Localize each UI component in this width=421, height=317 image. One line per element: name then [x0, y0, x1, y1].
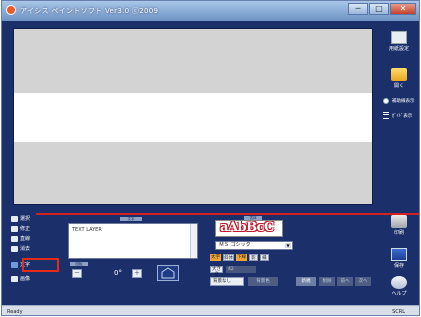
open-button[interactable]: 開く [382, 68, 416, 89]
help-icon [391, 276, 407, 289]
size-label: 大きさ [210, 266, 223, 277]
guide-label: ｶﾞｲﾄﾞ表示 [392, 113, 413, 119]
toggle-aux-lines[interactable]: 補助線表示 [383, 98, 415, 104]
rotation-value: 0° [114, 269, 122, 277]
font-select[interactable]: ＭＳ ゴシック ▼ [215, 241, 293, 250]
tool-select[interactable]: 選択 [11, 215, 51, 222]
tool-edit[interactable]: 修正 [11, 225, 51, 232]
delete-button[interactable]: 削除 [319, 277, 335, 286]
edit-icon [11, 225, 18, 232]
app-icon [6, 5, 16, 15]
shadow-toggle[interactable]: 影 [249, 254, 258, 261]
size-input[interactable]: 42 [226, 266, 256, 273]
close-button[interactable]: ✕ [390, 3, 416, 15]
scroll-lock-indicator: SCRL [392, 309, 405, 315]
guide-icon [383, 112, 389, 119]
underline-toggle[interactable]: 下線 [236, 254, 247, 261]
font-preview: aAbBcC [215, 220, 283, 237]
bold-toggle[interactable]: 太字 [210, 254, 221, 261]
text-tool-icon [11, 261, 18, 268]
next-button[interactable]: 次へ [355, 277, 371, 286]
save-label: 保存 [393, 263, 404, 269]
tool-line[interactable]: 直線 [11, 235, 51, 242]
outline-toggle[interactable]: 縁 [260, 254, 269, 261]
status-bar: Ready SCRL [2, 305, 419, 315]
tool-label: 選択 [20, 216, 31, 222]
minimize-button[interactable]: ─ [348, 3, 368, 15]
background-color-button[interactable]: 背景色 [248, 277, 278, 286]
image-icon [11, 275, 18, 282]
new-button[interactable]: 新規 [296, 277, 316, 286]
print-icon [391, 215, 407, 228]
aux-lines-label: 補助線表示 [392, 99, 415, 104]
maximize-button[interactable]: □ [369, 3, 389, 15]
text-input-value: TEXT LAYER [72, 227, 102, 233]
text-tab: 文字 [120, 217, 142, 221]
save-button[interactable]: 保存 [382, 248, 416, 269]
open-folder-icon [391, 68, 407, 81]
tool-label: 画像 [20, 276, 31, 282]
divider-line [36, 213, 419, 215]
tool-erase[interactable]: 消去 [11, 245, 51, 252]
status-text: Ready [7, 309, 23, 315]
drawing-canvas[interactable] [13, 28, 373, 205]
help-button[interactable]: ヘルプ [382, 276, 416, 297]
select-icon [11, 215, 18, 222]
tool-image[interactable]: 画像 [11, 275, 51, 282]
shape-frame-button[interactable] [157, 265, 179, 281]
rotation-tab: 回転 [70, 262, 88, 266]
prev-button[interactable]: 前へ [337, 277, 353, 286]
tool-label: 消去 [20, 246, 31, 252]
erase-icon [11, 245, 18, 252]
canvas-band-bottom [14, 142, 372, 204]
title-bar: アイシス ペイントソフト Ver3.0 ⓒ2009 ─ □ ✕ [2, 1, 419, 21]
text-input[interactable]: TEXT LAYER [68, 223, 198, 259]
save-icon [391, 248, 407, 261]
frame-icon [161, 267, 175, 279]
window-controls: ─ □ ✕ [348, 3, 416, 15]
canvas-band-top [14, 29, 372, 93]
help-label: ヘルプ [391, 291, 407, 297]
window-title: アイシス ペイントソフト Ver3.0 ⓒ2009 [20, 7, 159, 15]
page-settings-button[interactable]: 用紙設定 [382, 31, 416, 52]
toggle-guide[interactable]: ｶﾞｲﾄﾞ表示 [383, 112, 412, 119]
print-label: 印刷 [393, 230, 404, 236]
radio-icon [383, 98, 389, 104]
rotate-plus-button[interactable]: ＋ [132, 269, 142, 278]
print-button[interactable]: 印刷 [382, 215, 416, 236]
line-icon [11, 235, 18, 242]
tool-label: 修正 [20, 226, 31, 232]
chevron-down-icon: ▼ [285, 243, 291, 248]
rotate-minus-button[interactable]: － [72, 269, 82, 278]
app-window: アイシス ペイントソフト Ver3.0 ⓒ2009 ─ □ ✕ 用紙設定 開く … [1, 0, 420, 316]
tool-label: 直線 [20, 236, 31, 242]
page-settings-label: 用紙設定 [388, 46, 409, 52]
text-tool-highlight [22, 258, 59, 272]
font-preview-text: aAbBcC [220, 220, 274, 235]
italic-toggle[interactable]: 斜体 [223, 254, 234, 261]
open-label: 開く [393, 83, 404, 89]
page-settings-icon [391, 31, 407, 44]
text-scrollbar[interactable] [190, 224, 197, 258]
font-select-value: ＭＳ ゴシック [219, 242, 251, 248]
background-select[interactable]: 背景なし [210, 277, 244, 286]
